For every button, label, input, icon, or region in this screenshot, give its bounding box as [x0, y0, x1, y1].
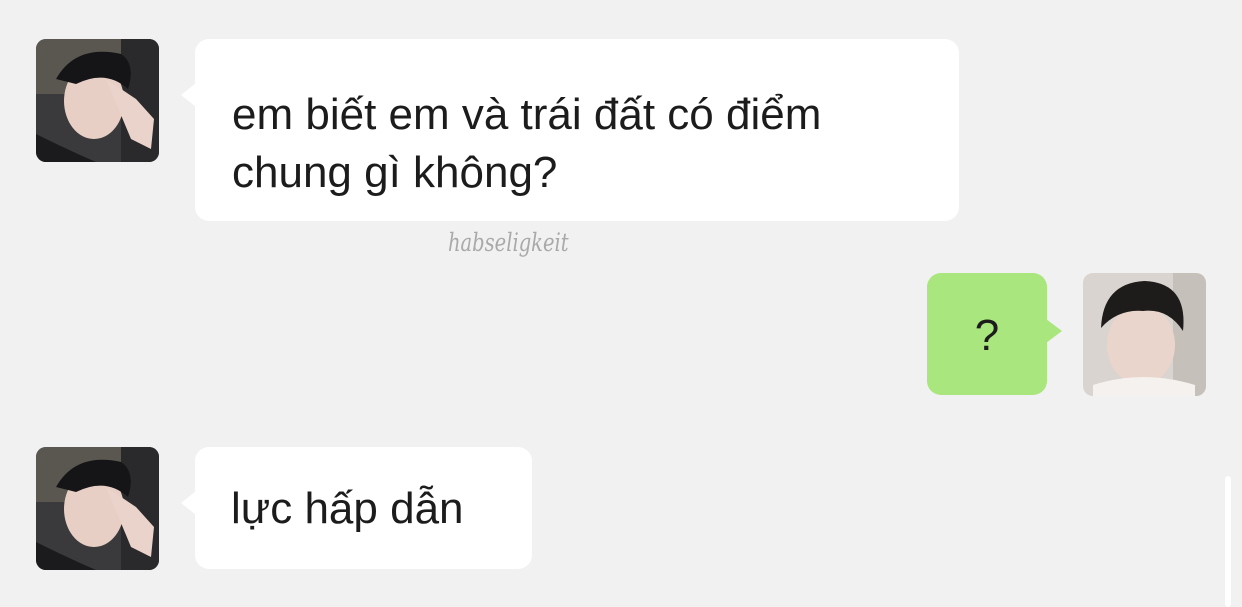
self-avatar[interactable] — [1083, 273, 1206, 396]
scroll-indicator[interactable] — [1225, 476, 1231, 607]
message-text: ? — [974, 311, 1000, 360]
watermark: habseligkeit — [448, 228, 569, 257]
message-text: em biết em và trái đất có điểm chung gì … — [232, 90, 822, 197]
avatar-photo — [1083, 273, 1206, 396]
incoming-message-bubble[interactable]: em biết em và trái đất có điểm chung gì … — [181, 39, 959, 221]
chat-thread: em biết em và trái đất có điểm chung gì … — [0, 0, 1242, 607]
avatar-photo — [36, 39, 159, 162]
incoming-message-bubble[interactable]: lực hấp dẫn — [181, 447, 532, 569]
contact-avatar[interactable] — [36, 447, 159, 570]
avatar-photo — [36, 447, 159, 570]
contact-avatar[interactable] — [36, 39, 159, 162]
message-text: lực hấp dẫn — [231, 484, 464, 533]
outgoing-message-bubble[interactable]: ? — [927, 273, 1062, 395]
